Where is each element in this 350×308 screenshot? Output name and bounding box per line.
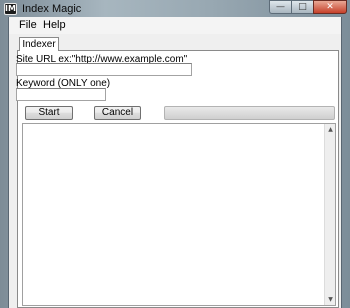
progress-bar bbox=[164, 106, 335, 120]
title-bar[interactable]: IM Index Magic — □ ✕ bbox=[0, 0, 350, 18]
minimize-button[interactable]: — bbox=[269, 0, 291, 14]
menu-help[interactable]: Help bbox=[41, 19, 68, 31]
window-title: Index Magic bbox=[22, 3, 82, 15]
log-scrollbar[interactable]: ▲ ▼ bbox=[324, 124, 335, 305]
maximize-button[interactable]: □ bbox=[291, 0, 313, 14]
site-url-input[interactable] bbox=[16, 63, 192, 76]
close-button[interactable]: ✕ bbox=[313, 0, 347, 14]
scroll-up-icon[interactable]: ▲ bbox=[325, 124, 336, 135]
start-button[interactable]: Start bbox=[25, 106, 73, 120]
menu-bar: File Help bbox=[9, 17, 341, 34]
cancel-button[interactable]: Cancel bbox=[94, 106, 141, 120]
scroll-down-icon[interactable]: ▼ bbox=[325, 294, 336, 305]
caption-buttons: — □ ✕ bbox=[269, 0, 347, 14]
tab-indexer[interactable]: Indexer bbox=[19, 37, 59, 51]
menu-file[interactable]: File bbox=[17, 19, 39, 31]
app-icon[interactable]: IM bbox=[4, 3, 17, 15]
log-output[interactable]: ▲ ▼ bbox=[22, 123, 336, 306]
window-frame: IM Index Magic — □ ✕ File Help Indexer S… bbox=[0, 0, 350, 308]
keyword-input[interactable] bbox=[16, 88, 106, 101]
